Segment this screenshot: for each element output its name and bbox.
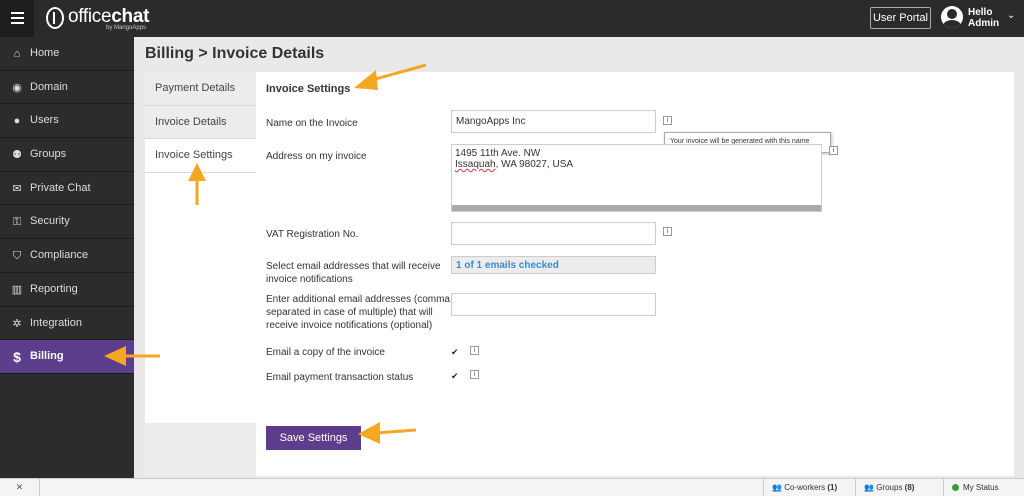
user-greeting[interactable]: Hello Admin	[968, 7, 999, 29]
expand-icon[interactable]: ✕	[0, 479, 40, 496]
user-icon: ●	[13, 115, 21, 128]
sidebar-item-compliance[interactable]: ⛉ Compliance	[0, 239, 134, 273]
vat-label: VAT Registration No.	[266, 229, 359, 240]
sidebar-item-reporting[interactable]: ▥ Reporting	[0, 273, 134, 307]
top-bar: officechat by MangoApps User Portal Hell…	[0, 0, 1024, 37]
textarea-scrollbar[interactable]	[452, 205, 821, 211]
info-icon[interactable]: i	[470, 346, 479, 355]
sidebar: ⌂ Home ◉ Domain ● Users ⚉ Groups ✉ Private Ch…	[0, 37, 134, 478]
additional-emails-label: Enter additional email addresses (comma …	[266, 294, 450, 331]
emails-checked-dropdown[interactable]: 1 of 1 emails checked	[451, 256, 656, 274]
gear-icon: ✲	[12, 317, 22, 330]
email-copy-checkbox[interactable]: ✔	[451, 348, 459, 357]
info-icon[interactable]: i	[470, 370, 479, 379]
address-textarea[interactable]: 1495 11th Ave. NW Issaquah, WA 98027, US…	[451, 144, 822, 212]
email-payment-label: Email payment transaction status	[266, 372, 414, 383]
key-icon: ⚿	[12, 216, 22, 229]
annotation-arrow-icon	[354, 63, 427, 90]
sidebar-item-domain[interactable]: ◉ Domain	[0, 71, 134, 105]
tab-payment-details[interactable]: Payment Details	[145, 72, 256, 106]
name-on-invoice-input[interactable]: MangoApps Inc	[451, 110, 656, 133]
logo-subtitle: by MangoApps	[106, 25, 147, 31]
email-copy-label: Email a copy of the invoice	[266, 347, 385, 358]
address-label: Address on my invoice	[266, 151, 367, 162]
page-title: Billing > Invoice Details	[145, 45, 325, 62]
vat-input[interactable]	[451, 222, 656, 245]
sidebar-item-integration[interactable]: ✲ Integration	[0, 307, 134, 341]
user-portal-button[interactable]: User Portal	[870, 7, 931, 29]
globe-icon: ◉	[12, 81, 22, 94]
bar-chart-icon: ▥	[11, 283, 23, 296]
info-icon[interactable]: i	[663, 227, 672, 236]
status-online-icon	[952, 484, 959, 491]
annotation-arrow-icon	[104, 346, 160, 366]
chevron-down-icon[interactable]: ⌄	[1007, 10, 1015, 21]
select-emails-label: Select email addresses that will receive…	[266, 261, 441, 285]
sidebar-item-security[interactable]: ⚿ Security	[0, 205, 134, 240]
groups-button[interactable]: 👥 Groups (8)	[855, 479, 943, 496]
home-icon: ⌂	[13, 48, 21, 60]
additional-emails-input[interactable]	[451, 293, 656, 316]
avatar[interactable]	[941, 6, 963, 28]
group-icon: ⚉	[12, 149, 22, 162]
chat-icon: ✉	[12, 182, 22, 195]
officechat-logo-icon	[46, 7, 64, 29]
dollar-icon: $	[13, 349, 21, 366]
info-icon[interactable]: i	[663, 116, 672, 125]
tab-invoice-details[interactable]: Invoice Details	[145, 106, 256, 139]
billing-panel: Payment Details Invoice Details Invoice …	[145, 72, 1014, 476]
save-settings-button[interactable]: Save Settings	[266, 426, 361, 450]
invoice-settings-form: Invoice Settings Name on the Invoice Man…	[266, 72, 1014, 476]
hamburger-menu-icon[interactable]	[0, 0, 34, 37]
coworkers-button[interactable]: 👥 Co-workers (1)	[763, 479, 855, 496]
annotation-arrow-icon	[188, 163, 206, 205]
groups-icon: 👥	[864, 483, 874, 492]
sidebar-item-users[interactable]: ● Users	[0, 104, 134, 139]
annotation-arrow-icon	[358, 422, 417, 444]
section-title: Invoice Settings	[266, 83, 351, 95]
info-icon[interactable]: i	[829, 146, 838, 155]
sidebar-item-private-chat[interactable]: ✉ Private Chat	[0, 172, 134, 206]
name-on-invoice-label: Name on the Invoice	[266, 118, 358, 129]
sidebar-item-home[interactable]: ⌂ Home	[0, 37, 134, 71]
coworkers-icon: 👥	[772, 483, 782, 492]
shield-icon: ⛉	[12, 250, 22, 263]
my-status-button[interactable]: My Status	[943, 479, 1024, 496]
email-payment-checkbox[interactable]: ✔	[451, 372, 459, 381]
sidebar-item-groups[interactable]: ⚉ Groups	[0, 138, 134, 172]
bottom-bar: ✕ 👥 Co-workers (1) 👥 Groups (8) My Statu…	[0, 478, 1024, 496]
